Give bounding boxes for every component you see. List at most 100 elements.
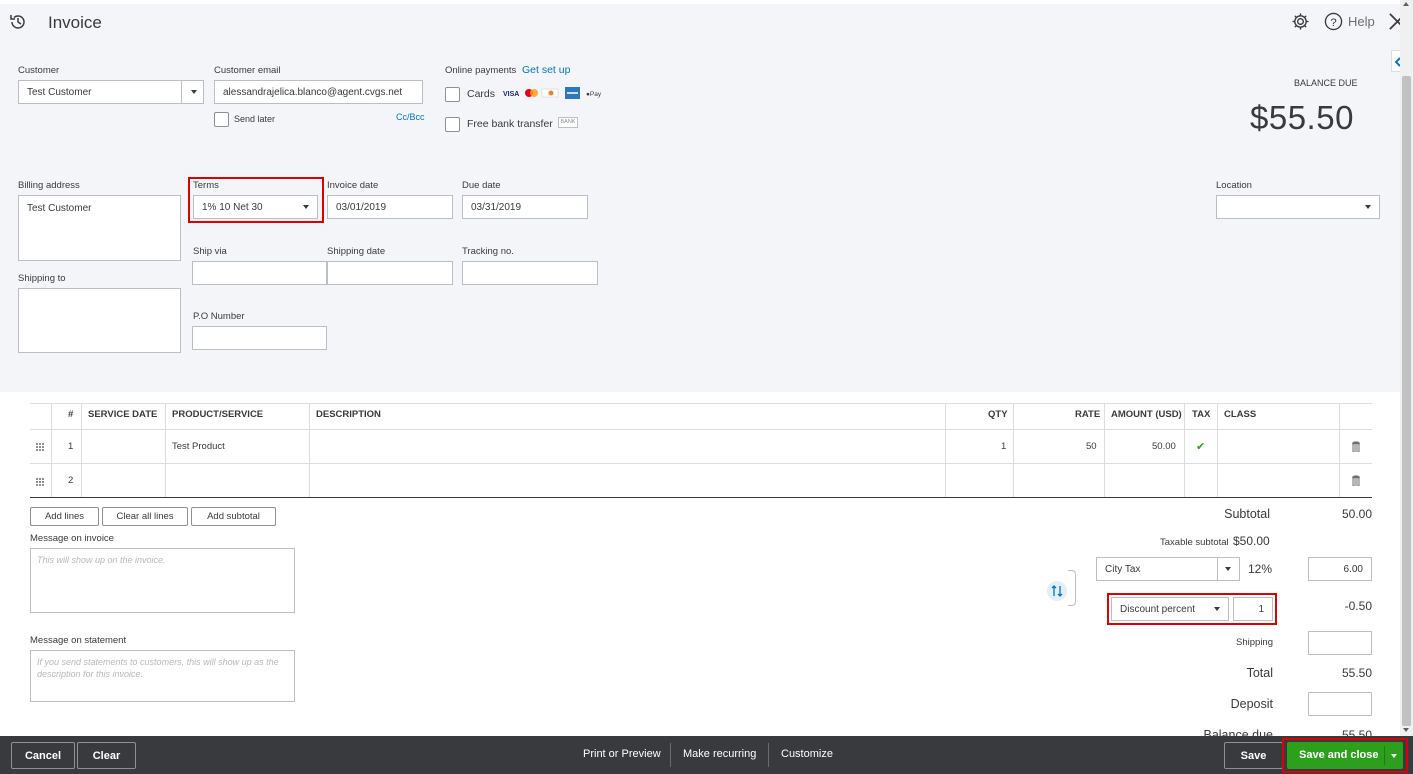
tax-amount-field[interactable]: 6.00 — [1308, 557, 1372, 581]
row-product[interactable]: Test Product — [172, 441, 225, 452]
swap-discount-tax-icon[interactable] — [1046, 580, 1068, 602]
col-header-tax: TAX — [1192, 409, 1211, 420]
row-amount[interactable]: 50.00 — [1152, 441, 1176, 452]
add-lines-button[interactable]: Add lines — [30, 507, 99, 526]
customer-select[interactable]: Test Customer — [18, 80, 204, 104]
page-scrollbar[interactable] — [1400, 0, 1413, 736]
discount-amount: -0.50 — [1344, 599, 1372, 613]
po-number-label: P.O Number — [193, 311, 245, 322]
col-header-class: CLASS — [1224, 409, 1257, 420]
table-bottom-border — [30, 497, 1372, 498]
invoice-date-field[interactable]: 03/01/2019 — [327, 195, 453, 219]
terms-highlight — [188, 177, 324, 223]
footer-divider — [670, 743, 671, 767]
bank-transfer-checkbox[interactable] — [445, 117, 460, 132]
scroll-down-icon[interactable] — [1403, 728, 1409, 732]
shipping-date-label: Shipping date — [327, 246, 386, 257]
settings-gear-icon[interactable] — [1291, 12, 1310, 31]
shipping-date-field[interactable] — [327, 261, 453, 285]
table-top-border — [30, 403, 1372, 404]
col-header-qty: QTY — [988, 409, 1008, 420]
customize-link[interactable]: Customize — [781, 748, 833, 760]
add-subtotal-button[interactable]: Add subtotal — [191, 507, 276, 526]
help-label[interactable]: Help — [1348, 14, 1375, 29]
location-select[interactable] — [1216, 195, 1380, 219]
billing-address-label: Billing address — [18, 180, 80, 191]
col-header-description: DESCRIPTION — [316, 409, 381, 420]
customer-label: Customer — [18, 65, 60, 76]
tax-rate-name: City Tax — [1105, 563, 1141, 575]
save-button[interactable]: Save — [1224, 742, 1283, 769]
scrollbar-thumb[interactable] — [1402, 76, 1411, 726]
print-preview-link[interactable]: Print or Preview — [583, 748, 661, 760]
shipping-label: Shipping — [1236, 637, 1273, 648]
scroll-up-icon[interactable] — [1403, 2, 1409, 6]
subtotal-label: Subtotal — [1224, 507, 1270, 521]
tax-rate-percent: 12% — [1248, 562, 1273, 576]
col-header-product: PRODUCT/SERVICE — [172, 409, 264, 420]
col-header-num: # — [68, 409, 74, 420]
swap-bracket — [1068, 570, 1076, 606]
shipping-to-field[interactable] — [18, 288, 181, 353]
cc-bcc-link[interactable]: Cc/Bcc — [396, 112, 425, 122]
tax-amount-value: 6.00 — [1343, 563, 1363, 575]
make-recurring-link[interactable]: Make recurring — [683, 748, 756, 760]
get-set-up-link[interactable]: Get set up — [522, 64, 570, 76]
clear-button[interactable]: Clear — [77, 742, 136, 769]
col-header-service-date: SERVICE DATE — [88, 409, 158, 420]
billing-address-value: Test Customer — [27, 203, 92, 214]
col-header-amount: AMOUNT (USD) — [1111, 409, 1182, 420]
drag-handle-icon[interactable] — [36, 443, 44, 451]
message-invoice-label: Message on invoice — [30, 533, 114, 544]
drag-handle-icon[interactable] — [36, 478, 44, 486]
balance-due-row-value: 55.50 — [1341, 728, 1372, 736]
tracking-no-field[interactable] — [462, 261, 598, 285]
recent-transactions-icon[interactable] — [8, 12, 28, 32]
cancel-button[interactable]: Cancel — [11, 742, 75, 769]
tracking-no-label: Tracking no. — [462, 246, 514, 257]
send-later-checkbox[interactable] — [214, 112, 229, 127]
chevron-down-icon[interactable] — [1225, 567, 1231, 571]
shipping-amount-field[interactable] — [1308, 631, 1372, 655]
taxable-subtotal-label: Taxable subtotal — [1160, 537, 1229, 548]
chevron-down-icon[interactable] — [1365, 205, 1371, 209]
email-field[interactable]: alessandrajelica.blanco@agent.cvgs.net — [214, 80, 423, 104]
billing-address-field[interactable]: Test Customer — [18, 195, 181, 261]
ship-via-field[interactable] — [192, 261, 327, 285]
save-and-close-highlight — [1282, 738, 1408, 773]
total-label: Total — [1246, 666, 1273, 680]
send-later-label: Send later — [234, 114, 276, 124]
bank-badge-icon: BANK — [558, 117, 578, 128]
top-edge — [0, 0, 1413, 4]
clear-all-lines-button[interactable]: Clear all lines — [102, 507, 188, 526]
deposit-field[interactable] — [1308, 692, 1372, 716]
chevron-down-icon[interactable] — [191, 90, 197, 94]
svg-text:VISA: VISA — [503, 91, 519, 98]
online-payments-label: Online payments — [445, 65, 517, 76]
due-date-field[interactable]: 03/31/2019 — [462, 195, 588, 219]
message-statement-field[interactable]: If you send statements to customers, thi… — [30, 650, 295, 702]
tax-rate-select[interactable]: City Tax — [1096, 557, 1240, 581]
due-date-label: Due date — [462, 180, 501, 191]
balance-due-amount: $55.50 — [1250, 99, 1354, 136]
email-label: Customer email — [214, 65, 281, 76]
shipping-to-label: Shipping to — [18, 273, 66, 284]
message-invoice-field[interactable]: This will show up on the invoice. — [30, 548, 295, 613]
row-qty[interactable]: 1 — [1001, 441, 1006, 452]
po-number-field[interactable] — [192, 326, 327, 350]
trash-icon[interactable] — [1351, 475, 1361, 487]
ship-via-label: Ship via — [193, 246, 227, 257]
help-icon[interactable]: ? — [1324, 12, 1343, 31]
balance-due-clip: Balance due 55.50 — [1150, 722, 1380, 736]
cards-checkbox[interactable] — [445, 87, 460, 102]
svg-text:●Pay: ●Pay — [586, 91, 602, 98]
row-tax-check-icon[interactable]: ✔ — [1196, 440, 1205, 453]
balance-due-label: BALANCE DUE — [1294, 78, 1358, 88]
row-num: 1 — [68, 441, 74, 452]
table-row[interactable] — [30, 464, 1372, 497]
page-title: Invoice — [48, 13, 102, 32]
row-num: 2 — [68, 475, 74, 486]
row-rate[interactable]: 50 — [1086, 441, 1097, 452]
location-label: Location — [1216, 180, 1252, 191]
trash-icon[interactable] — [1351, 441, 1361, 453]
